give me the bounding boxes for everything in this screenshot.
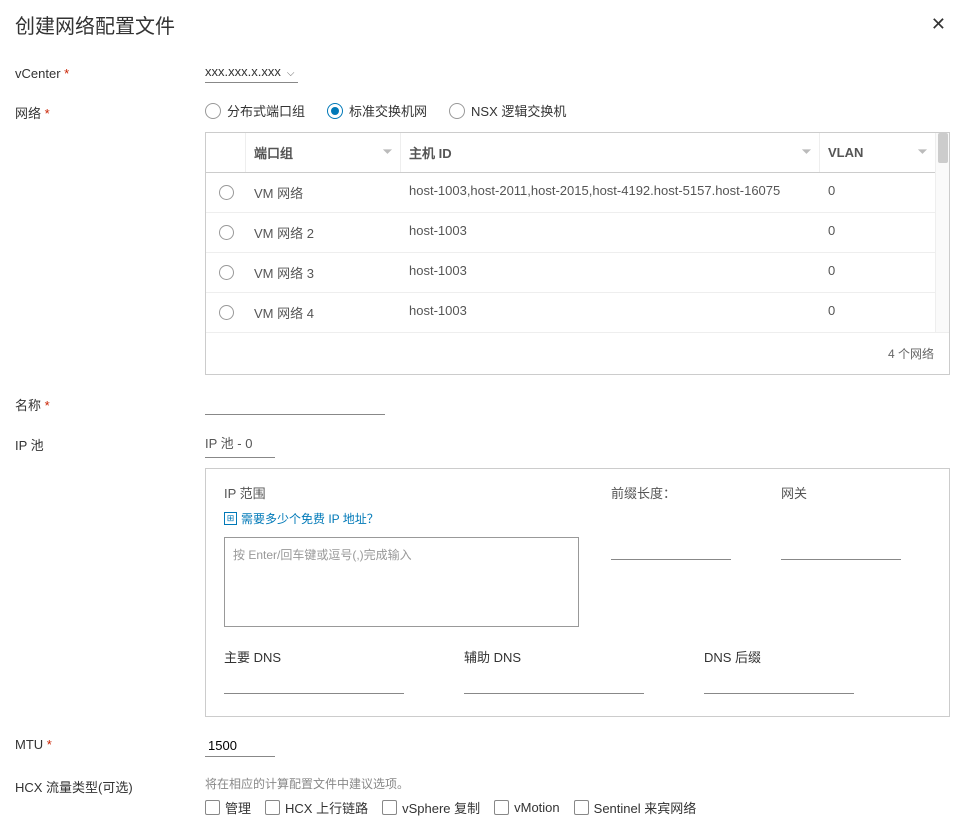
dns-suffix-input[interactable] xyxy=(704,672,854,694)
table-row[interactable]: VM 网络host-1003,host-2011,host-2015,host-… xyxy=(206,173,935,213)
checkbox-vmotion[interactable]: vMotion xyxy=(494,800,560,815)
secondary-dns-label: 辅助 DNS xyxy=(464,647,644,666)
cell-port-group: VM 网络 3 xyxy=(246,253,401,292)
hcx-traffic-label: HCX 流量类型(可选) xyxy=(15,775,205,796)
cell-vlan: 0 xyxy=(820,173,935,212)
help-link[interactable]: ⊞ 需要多少个免费 IP 地址？ xyxy=(224,510,581,527)
filter-icon[interactable]: ⏷ xyxy=(383,146,392,159)
secondary-dns-input[interactable] xyxy=(464,672,644,694)
cell-vlan: 0 xyxy=(820,213,935,252)
checkbox-uplink[interactable]: HCX 上行链路 xyxy=(265,798,368,817)
chevron-down-icon: ⌵ xyxy=(287,68,295,79)
filter-icon[interactable]: ⏷ xyxy=(802,146,811,159)
radio-nsx[interactable]: NSX 逻辑交换机 xyxy=(449,101,566,120)
col-port-group[interactable]: 端口组⏷ xyxy=(246,133,401,172)
name-input[interactable] xyxy=(205,393,385,415)
col-vlan[interactable]: VLAN⏷ xyxy=(820,133,935,172)
cell-port-group: VM 网络 4 xyxy=(246,293,401,332)
cell-vlan: 0 xyxy=(820,253,935,292)
cell-vlan: 0 xyxy=(820,293,935,332)
primary-dns-input[interactable] xyxy=(224,672,404,694)
mtu-label: MTU * xyxy=(15,735,205,752)
cell-host-id: host-1003 xyxy=(401,293,820,332)
hcx-hint: 将在相应的计算配置文件中建议选项。 xyxy=(205,775,950,792)
row-radio[interactable] xyxy=(219,225,234,240)
name-label: 名称 * xyxy=(15,393,205,414)
radio-standard[interactable]: 标准交换机网 xyxy=(327,101,427,120)
vcenter-label: vCenter * xyxy=(15,64,205,81)
table-footer: 4 个网络 xyxy=(206,332,949,374)
row-radio[interactable] xyxy=(219,265,234,280)
calculator-icon: ⊞ xyxy=(224,512,237,525)
radio-distributed[interactable]: 分布式端口组 xyxy=(205,101,305,120)
col-host-id[interactable]: 主机 ID⏷ xyxy=(401,133,820,172)
network-label: 网络 * xyxy=(15,101,205,122)
table-row[interactable]: VM 网络 4host-10030 xyxy=(206,293,935,332)
dialog-title: 创建网络配置文件 xyxy=(15,10,175,39)
vcenter-select[interactable]: xxx.xxx.x.xxx⌵ xyxy=(205,64,298,83)
primary-dns-label: 主要 DNS xyxy=(224,647,404,666)
checkbox-vsphere[interactable]: vSphere 复制 xyxy=(382,798,480,817)
ip-range-input[interactable] xyxy=(224,537,579,627)
dns-suffix-label: DNS 后缀 xyxy=(704,647,854,666)
row-radio[interactable] xyxy=(219,185,234,200)
scrollbar[interactable] xyxy=(935,133,949,332)
cell-port-group: VM 网络 2 xyxy=(246,213,401,252)
gateway-label: 网关 xyxy=(781,483,931,502)
close-icon[interactable]: ✕ xyxy=(927,10,950,39)
table-row[interactable]: VM 网络 3host-10030 xyxy=(206,253,935,293)
cell-host-id: host-1003 xyxy=(401,253,820,292)
network-table: 端口组⏷ 主机 ID⏷ VLAN⏷ VM 网络host-1003,host-20… xyxy=(205,132,950,375)
ip-pool-label: IP 池 xyxy=(15,433,205,454)
ip-pool-title: IP 池 - 0 xyxy=(205,433,275,458)
mtu-input[interactable] xyxy=(205,735,275,757)
checkbox-sentinel[interactable]: Sentinel 来宾网络 xyxy=(574,798,697,817)
checkbox-mgmt[interactable]: 管理 xyxy=(205,798,251,817)
ip-range-label: IP 范围 xyxy=(224,483,581,502)
row-radio[interactable] xyxy=(219,305,234,320)
filter-icon[interactable]: ⏷ xyxy=(918,146,927,159)
prefix-input[interactable] xyxy=(611,538,731,560)
prefix-label: 前缀长度： xyxy=(611,483,751,502)
cell-port-group: VM 网络 xyxy=(246,173,401,212)
cell-host-id: host-1003,host-2011,host-2015,host-4192.… xyxy=(401,173,820,212)
cell-host-id: host-1003 xyxy=(401,213,820,252)
table-row[interactable]: VM 网络 2host-10030 xyxy=(206,213,935,253)
gateway-input[interactable] xyxy=(781,538,901,560)
